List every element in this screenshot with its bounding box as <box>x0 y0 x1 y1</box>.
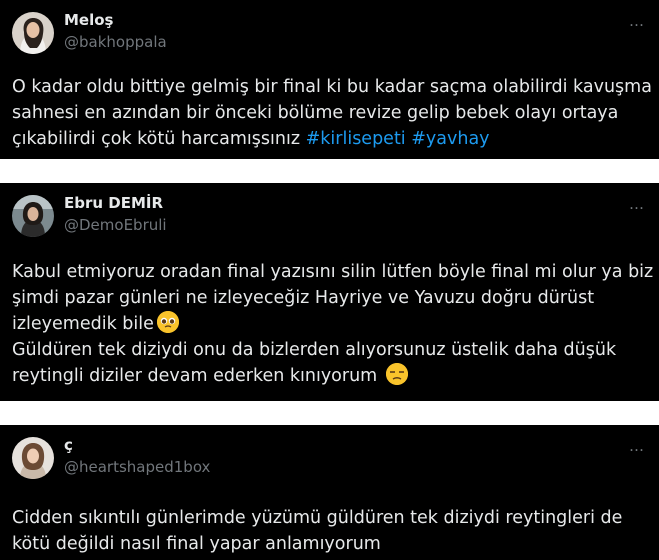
hashtag-link[interactable]: #kirlisepeti <box>306 129 406 149</box>
tweet-card[interactable]: ç @heartshaped1box … Cidden sıkıntılı gü… <box>0 425 659 560</box>
avatar[interactable] <box>12 437 54 479</box>
display-name[interactable]: Ebru DEMİR <box>64 194 163 212</box>
tweet-text: Kabul etmiyoruz oradan final yazısını si… <box>12 259 654 389</box>
avatar-image <box>12 437 54 479</box>
user-handle[interactable]: @DemoEbruli <box>64 216 167 234</box>
avatar[interactable] <box>12 195 54 237</box>
user-handle[interactable]: @heartshaped1box <box>64 458 210 476</box>
tweet-text-line: O kadar oldu bittiye gelmiş bir final ki… <box>12 77 652 97</box>
tweet-text: O kadar oldu bittiye gelmiş bir final ki… <box>12 74 652 152</box>
tweet-text-segment: reytingli diziler devam ederken kınıyoru… <box>12 366 378 386</box>
tweet-card[interactable]: Meloş @bakhoppala … O kadar oldu bittiye… <box>0 0 659 159</box>
tweet-text-line: şimdi pazar günleri ne izleyeceğiz Hayri… <box>12 288 595 308</box>
display-name[interactable]: Meloş <box>64 11 113 29</box>
tweet-text-line: sahnesi en azından bir önceki bölüme rev… <box>12 103 619 123</box>
avatar[interactable] <box>12 12 54 54</box>
tweet-text-segment: çıkabilirdi çok kötü harcamışsınız <box>12 129 301 149</box>
hashtag-link[interactable]: #yavhay <box>411 129 489 149</box>
tweet-text-segment: izleyemedik bile <box>12 314 154 334</box>
display-name[interactable]: ç <box>64 436 73 454</box>
unamused-face-icon <box>385 363 408 385</box>
tweet-text-line: çıkabilirdi çok kötü harcamışsınız #kirl… <box>12 126 647 152</box>
more-options-icon[interactable]: … <box>629 12 645 30</box>
tweet-text-line: Cidden sıkıntılı günlerimde yüzümü güldü… <box>12 508 623 528</box>
more-options-icon[interactable]: … <box>629 195 645 213</box>
pleading-face-icon <box>156 311 179 333</box>
tweet-text-line: reytingli diziler devam ederken kınıyoru… <box>12 363 647 389</box>
user-handle[interactable]: @bakhoppala <box>64 33 167 51</box>
avatar-image <box>12 195 54 237</box>
tweet-text-line: Güldüren tek diziydi onu da bizlerden al… <box>12 340 617 360</box>
tweet-text-line: Kabul etmiyoruz oradan final yazısını si… <box>12 262 654 282</box>
avatar-image <box>12 12 54 54</box>
tweet-text: Cidden sıkıntılı günlerimde yüzümü güldü… <box>12 505 647 557</box>
tweet-text-line: kötü değildi nasıl final yapar anlamıyor… <box>12 534 381 554</box>
more-options-icon[interactable]: … <box>629 437 645 455</box>
tweet-text-line: izleyemedik bile <box>12 311 647 337</box>
tweet-card[interactable]: Ebru DEMİR @DemoEbruli … Kabul etmiyoruz… <box>0 183 659 401</box>
